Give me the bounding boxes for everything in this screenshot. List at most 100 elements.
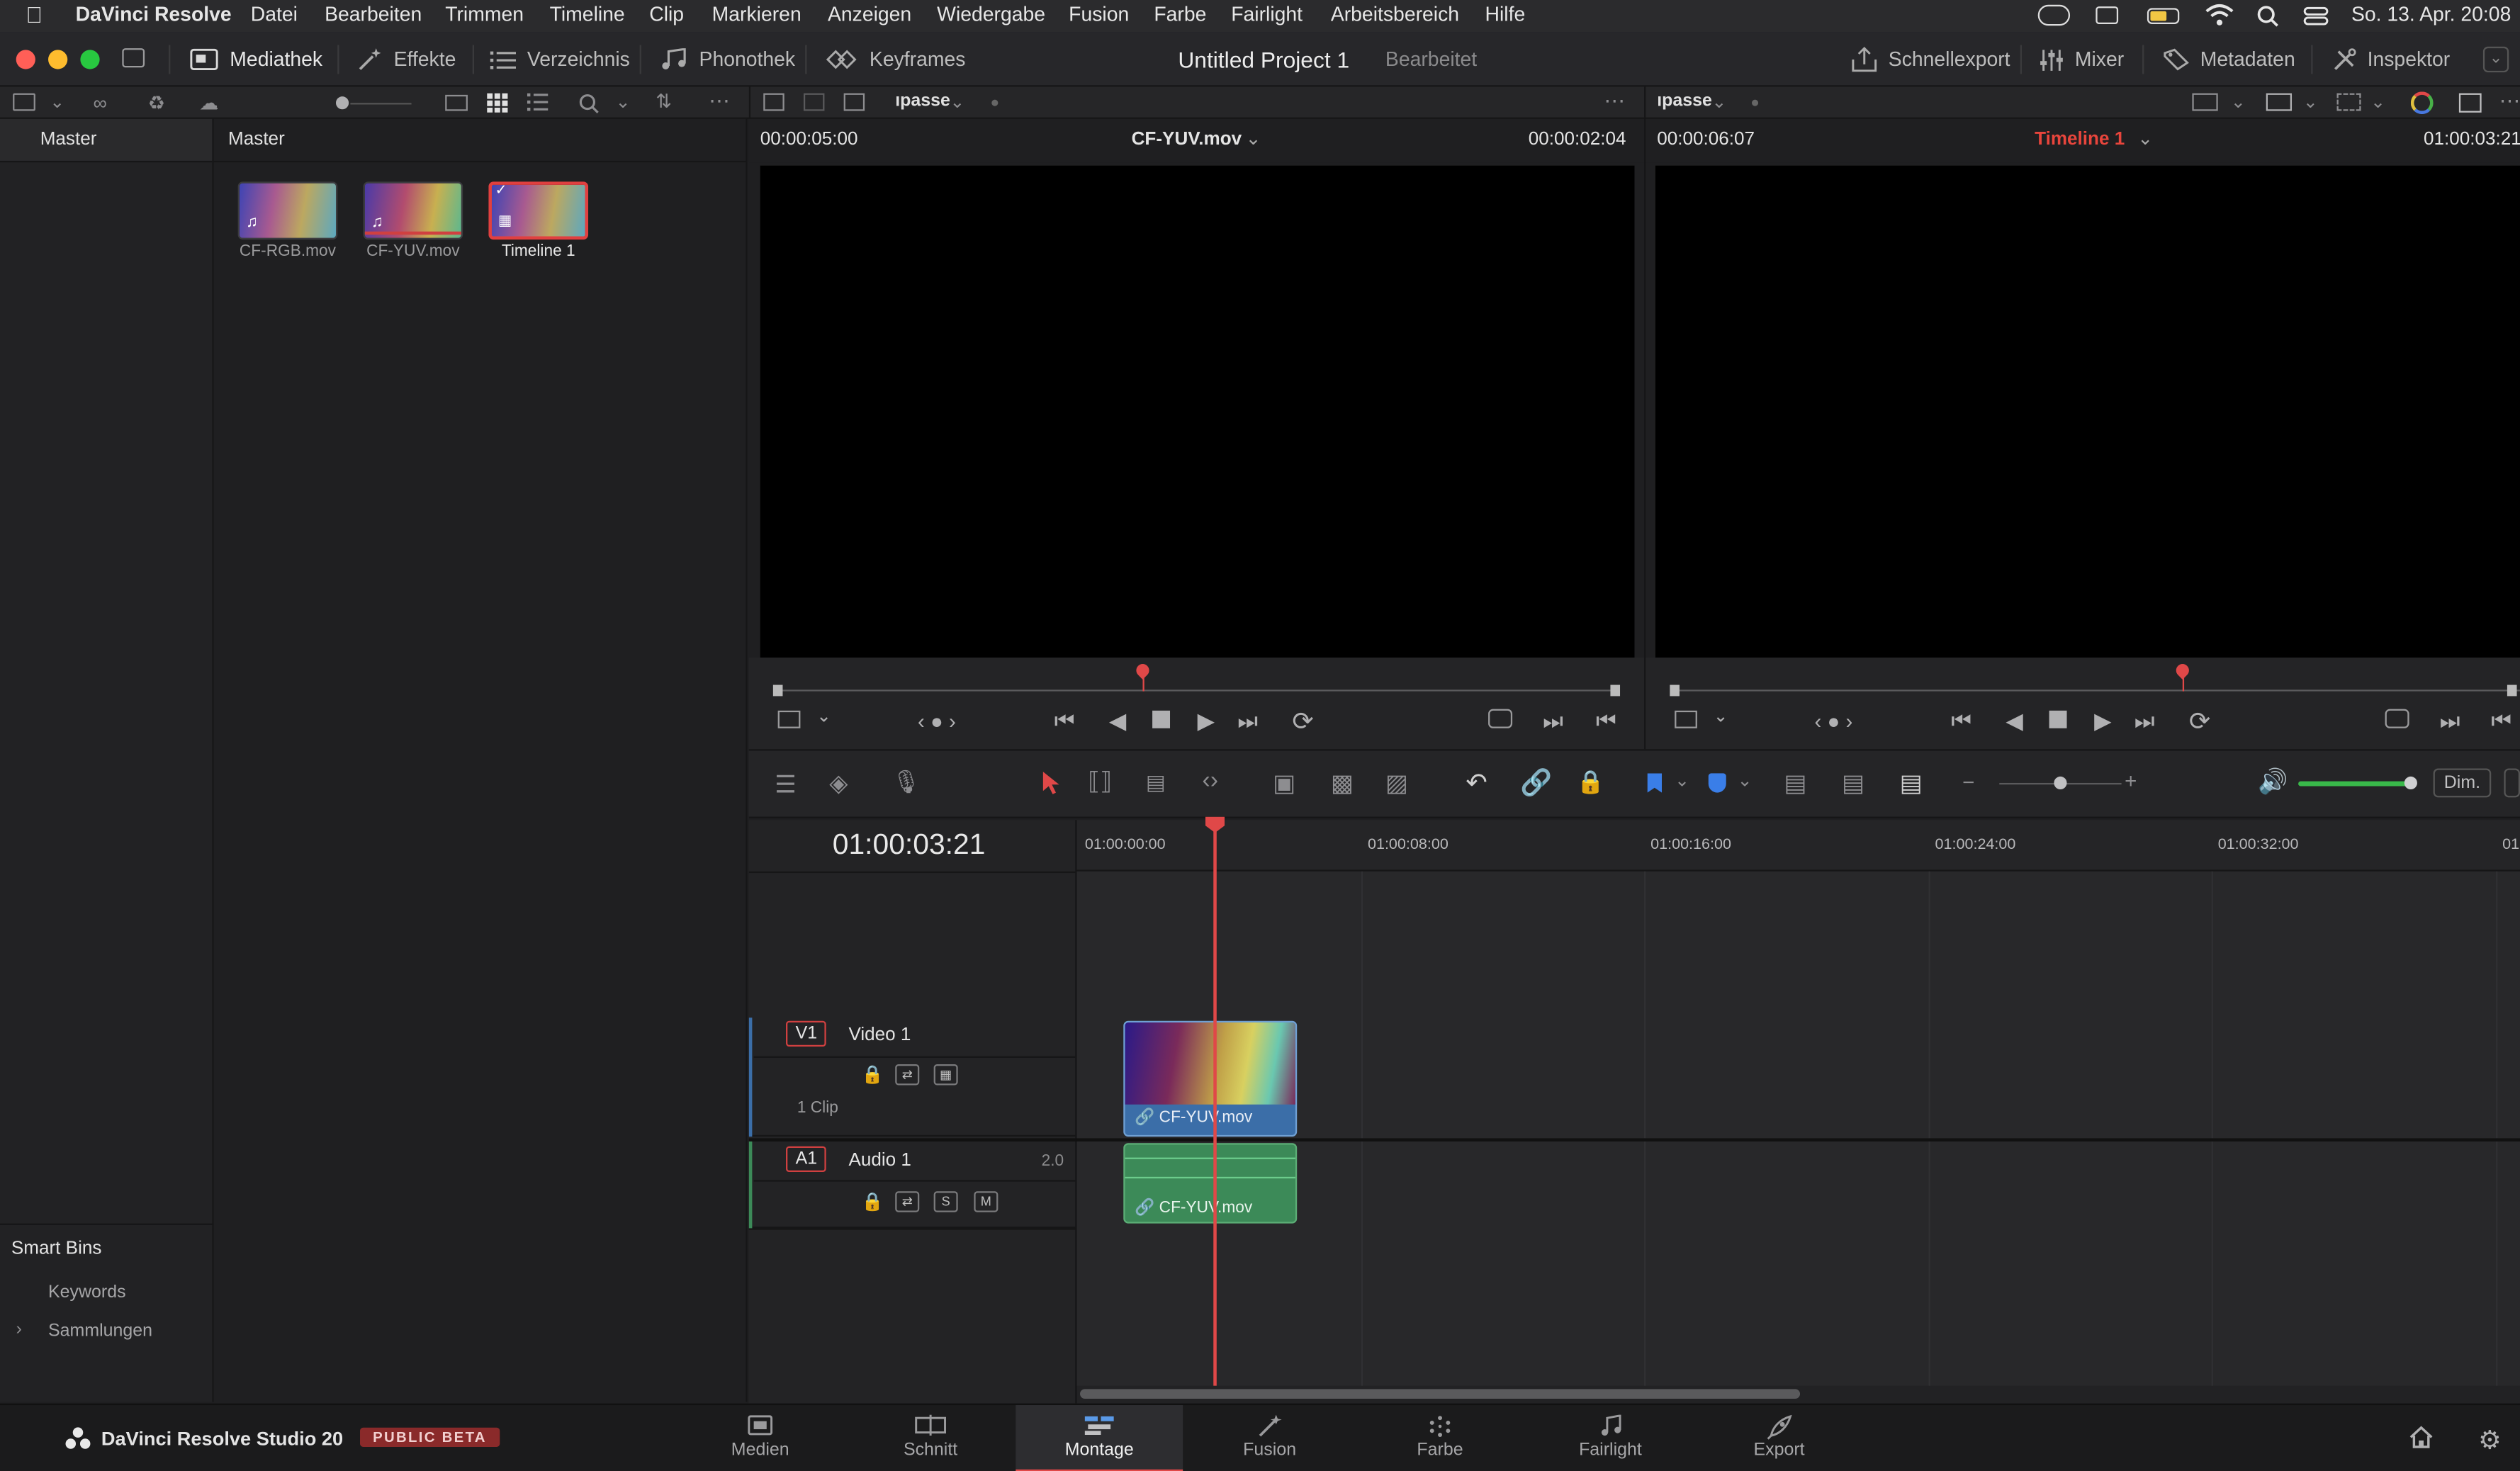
source-video-display[interactable] bbox=[760, 165, 1635, 658]
strip-view-icon[interactable] bbox=[445, 94, 468, 111]
lock-icon[interactable]: 🔒 bbox=[862, 1191, 884, 1212]
position-lock-icon[interactable]: 🔒 bbox=[1577, 769, 1605, 796]
sync-icon[interactable]: ♻ bbox=[148, 91, 165, 114]
chevron-down-icon[interactable]: ⌄ bbox=[2137, 127, 2153, 150]
sound-library-button[interactable]: Phonothek bbox=[659, 32, 795, 86]
page-tab-fairlight[interactable]: Fairlight bbox=[1527, 1405, 1694, 1471]
jog-control-icon[interactable]: ‹ ● › bbox=[1814, 709, 1852, 733]
audio-meter-toggle[interactable] bbox=[2504, 768, 2520, 798]
track-name[interactable]: Audio 1 bbox=[848, 1151, 911, 1171]
menu-wiedergabe[interactable]: Wiedergabe bbox=[937, 4, 1045, 26]
metadata-button[interactable]: Metadaten bbox=[2164, 32, 2295, 86]
chevron-right-icon[interactable]: › bbox=[16, 1320, 22, 1339]
go-to-start-icon[interactable]: ⏮ bbox=[1951, 707, 1971, 735]
clip-thumbnail[interactable]: ♫ bbox=[237, 181, 338, 240]
timeline-timecode[interactable]: 01:00:03:21 bbox=[833, 828, 986, 862]
chevron-down-icon[interactable]: ⌄ bbox=[50, 91, 64, 113]
menu-farbe[interactable]: Farbe bbox=[1154, 4, 1206, 26]
menu-fusion[interactable]: Fusion bbox=[1069, 4, 1129, 26]
more-options-icon[interactable]: ⋯ bbox=[1604, 89, 1624, 114]
enable-video-track-icon[interactable]: ▦ bbox=[933, 1064, 958, 1086]
chevron-down-icon[interactable]: ⌄ bbox=[1738, 770, 1753, 791]
apple-icon[interactable]:  bbox=[26, 1, 43, 27]
match-frame-icon[interactable] bbox=[2385, 709, 2409, 728]
track-name[interactable]: Video 1 bbox=[848, 1026, 911, 1045]
display-icon[interactable] bbox=[2096, 6, 2119, 25]
clip-thumbnail[interactable]: ♫ bbox=[363, 181, 463, 240]
menu-timeline[interactable]: Timeline bbox=[550, 4, 625, 26]
more-options-icon[interactable]: ⋯ bbox=[2499, 89, 2520, 114]
quick-export-button[interactable]: Schnellexport bbox=[1852, 32, 2010, 86]
more-options-icon[interactable]: ⋯ bbox=[709, 89, 729, 114]
sort-icon[interactable]: ⇅ bbox=[656, 90, 672, 113]
viewer-image-icon[interactable] bbox=[763, 93, 784, 111]
menu-trimmen[interactable]: Trimmen bbox=[445, 4, 524, 26]
track-id-v1[interactable]: V1 bbox=[786, 1020, 827, 1047]
go-to-end-icon[interactable]: ⏭ bbox=[2134, 707, 2155, 735]
chevron-down-icon[interactable]: ⌄ bbox=[1675, 770, 1689, 791]
replace-clip-icon[interactable]: ▨ bbox=[1385, 769, 1408, 798]
play-icon[interactable]: ▶ bbox=[1198, 707, 1215, 735]
dim-button[interactable]: Dim. bbox=[2433, 768, 2492, 798]
timeline-viewer-name[interactable]: Timeline 1 bbox=[2035, 130, 2125, 150]
stop-icon[interactable] bbox=[1152, 710, 1171, 728]
control-center-icon[interactable] bbox=[2303, 6, 2329, 26]
page-tab-fusion[interactable]: Fusion bbox=[1186, 1405, 1354, 1471]
viewer-film-icon[interactable] bbox=[843, 93, 865, 111]
mark-out-icon[interactable]: ⏮ bbox=[2491, 707, 2511, 735]
transform-icon[interactable] bbox=[2336, 93, 2361, 111]
match-frame-icon[interactable] bbox=[1488, 709, 1513, 728]
list-view-icon[interactable] bbox=[527, 93, 549, 111]
link-icon[interactable]: ∞ bbox=[94, 91, 107, 114]
zoom-in-icon[interactable]: + bbox=[2125, 769, 2137, 793]
loop-icon[interactable]: ⟳ bbox=[2189, 706, 2210, 738]
cloud-icon[interactable]: ☁ bbox=[199, 91, 218, 114]
go-to-start-icon[interactable]: ⏮ bbox=[1054, 707, 1075, 735]
chevron-down-icon[interactable]: ⌄ bbox=[816, 706, 831, 726]
lock-icon[interactable]: 🔒 bbox=[862, 1064, 884, 1085]
menu-clock[interactable]: So. 13. Apr. 20:08 bbox=[2351, 4, 2511, 26]
chevron-down-icon[interactable]: ⌄ bbox=[2303, 91, 2318, 113]
color-scope-icon[interactable] bbox=[2410, 91, 2434, 115]
go-to-end-icon[interactable]: ⏭ bbox=[1237, 707, 1258, 735]
selection-tool-icon[interactable] bbox=[1042, 770, 1061, 796]
mixer-button[interactable]: Mixer bbox=[2040, 32, 2124, 86]
timeline-ruler[interactable]: 01:00:00:00 01:00:08:00 01:00:16:00 01:0… bbox=[1076, 820, 2520, 872]
smart-bin-keywords[interactable]: Keywords bbox=[48, 1283, 126, 1302]
menu-hilfe[interactable]: Hilfe bbox=[1485, 4, 1526, 26]
chevron-down-icon[interactable]: ⌄ bbox=[1711, 91, 1726, 113]
spotlight-search-icon[interactable] bbox=[2256, 5, 2279, 28]
media-pool-button[interactable]: Mediathek bbox=[190, 32, 322, 86]
play-reverse-icon[interactable]: ◀ bbox=[1109, 707, 1126, 735]
page-tab-deliver[interactable]: Export bbox=[1696, 1405, 1863, 1471]
chevron-down-icon[interactable]: ⌄ bbox=[1714, 706, 1728, 726]
zoom-window-button[interactable] bbox=[80, 50, 100, 69]
page-tab-media[interactable]: Medien bbox=[677, 1405, 844, 1471]
source-scrubber[interactable] bbox=[777, 689, 1617, 692]
auto-track-select-icon[interactable]: ⇄ bbox=[895, 1064, 920, 1086]
menu-fairlight[interactable]: Fairlight bbox=[1231, 4, 1303, 26]
linked-selection-icon[interactable]: 🔗 bbox=[1520, 767, 1552, 799]
menu-bearbeiten[interactable]: Bearbeiten bbox=[325, 4, 422, 26]
inspector-button[interactable]: Inspektor bbox=[2332, 32, 2450, 86]
timeline-thumbnail[interactable]: ✓ ▦ bbox=[488, 181, 589, 240]
clip-mode-icon[interactable] bbox=[777, 710, 801, 728]
toolbar-collapse-icon[interactable]: ⌄ bbox=[2482, 46, 2509, 73]
mark-out-icon[interactable]: ⏮ bbox=[1596, 707, 1616, 735]
out-marker[interactable] bbox=[1610, 684, 1621, 697]
viewer-clip-icon[interactable] bbox=[803, 93, 825, 111]
source-zoom-select[interactable]: ıpasse bbox=[895, 91, 950, 111]
jog-control-icon[interactable]: ‹ ● › bbox=[918, 709, 956, 733]
blade-tool-icon[interactable]: ‹› bbox=[1202, 767, 1218, 794]
minimize-window-button[interactable] bbox=[48, 50, 68, 69]
menu-app-name[interactable]: DaVinci Resolve bbox=[76, 4, 232, 26]
speaker-icon[interactable]: 🔊 bbox=[2258, 767, 2288, 796]
keyframe-icon[interactable]: ◈ bbox=[829, 769, 848, 798]
grid-view-icon[interactable] bbox=[487, 93, 508, 113]
close-window-button[interactable] bbox=[16, 50, 35, 69]
dynamic-trim-icon[interactable]: ▤ bbox=[1146, 770, 1166, 796]
menu-clip[interactable]: Clip bbox=[649, 4, 684, 26]
thumbnail-size-slider[interactable] bbox=[335, 96, 349, 110]
timeline-options-icon[interactable]: ☰ bbox=[775, 770, 797, 799]
timeline-zoom-select[interactable]: ıpasse bbox=[1657, 91, 1712, 111]
